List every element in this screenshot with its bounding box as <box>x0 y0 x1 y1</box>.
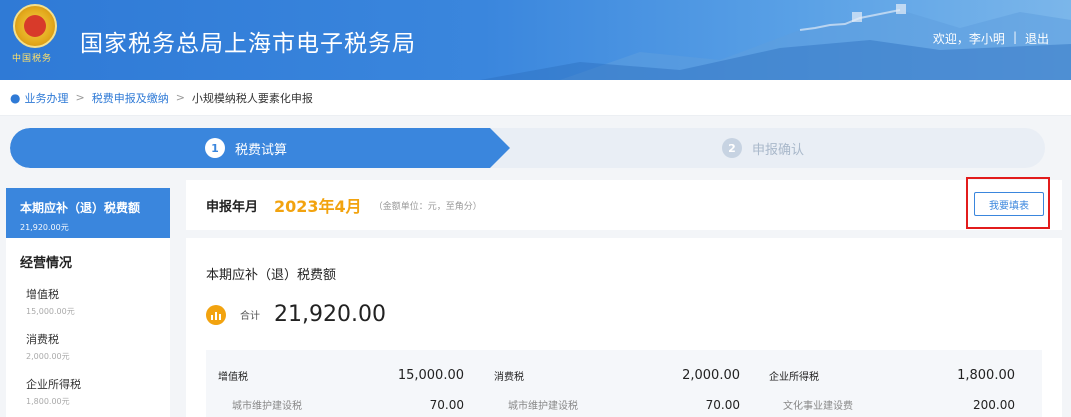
chevron-right-icon: > <box>175 91 185 104</box>
step-number: 2 <box>722 138 742 158</box>
period-value: 2023年4月 <box>274 197 362 216</box>
amount-unit-note: （金额单位：元，至角分） <box>373 201 482 212</box>
sub-tax-amount: 200.00 <box>973 397 1015 412</box>
step-progress-bar: 1 税费试算 2 申报确认 <box>10 128 1045 168</box>
tax-amount: 2,000.00 <box>682 368 740 383</box>
sub-tax-amount: 70.00 <box>705 397 740 412</box>
sub-tax-name: 文化事业建设费 <box>783 401 853 412</box>
chevron-right-icon: > <box>75 91 85 104</box>
breadcrumb-tax-filing[interactable]: 税费申报及缴纳 <box>92 90 169 106</box>
tax-summary-card: 本期应补（退）税费额 合计 21,920.00 增值税 15,000.00 城市… <box>186 238 1062 417</box>
step-number: 1 <box>205 138 225 158</box>
breadcrumb-business[interactable]: 业务办理 <box>24 90 68 106</box>
tax-breakdown-panel: 增值税 15,000.00 城市维护建设税 70.00 消费税 2,000.00… <box>206 350 1042 417</box>
sidebar-item-vat[interactable]: 增值税 15,000.00元 <box>6 279 170 324</box>
total-label: 合计 <box>240 311 260 322</box>
tax-name: 企业所得税 <box>769 372 819 383</box>
sidebar-item-consumption-tax[interactable]: 消费税 2,000.00元 <box>6 324 170 369</box>
sidebar-item-total-tax[interactable]: 本期应补（退）税费额 21,920.00元 <box>6 188 170 238</box>
sidebar-section-title: 经营情况 <box>20 256 73 271</box>
breakdown-column-corporate-income-tax: 企业所得税 1,800.00 文化事业建设费 200.00 <box>769 368 1015 412</box>
sidebar-item-value: 21,920.00元 <box>20 223 69 232</box>
step-label: 税费试算 <box>235 142 288 158</box>
filing-period-card: 申报年月 2023年4月 （金额单位：元，至角分） <box>186 180 1062 230</box>
sidebar-item-label: 企业所得税 <box>26 378 81 391</box>
step-tax-calculation[interactable]: 1 税费试算 <box>205 138 287 158</box>
sidebar-item-corporate-income-tax[interactable]: 企业所得税 1,800.00元 <box>6 369 170 414</box>
tax-emblem-logo: 中国税务 <box>10 4 60 66</box>
site-header: 中国税务 国家税务总局上海市电子税务局 欢迎，李小明 | 退出 <box>0 0 1071 80</box>
fill-form-button[interactable]: 我要填表 <box>974 192 1044 216</box>
sub-tax-name: 城市维护建设税 <box>232 401 302 412</box>
sub-tax-name: 城市维护建设税 <box>508 401 578 412</box>
site-title: 国家税务总局上海市电子税务局 <box>80 31 416 57</box>
sidebar-item-label: 消费税 <box>26 333 59 346</box>
breakdown-column-consumption-tax: 消费税 2,000.00 城市维护建设税 70.00 <box>494 368 740 412</box>
summary-title: 本期应补（退）税费额 <box>206 268 337 283</box>
period-label: 申报年月 <box>206 199 259 215</box>
step-filing-confirmation[interactable]: 2 申报确认 <box>722 138 804 158</box>
step-label: 申报确认 <box>752 142 805 158</box>
user-area: 欢迎，李小明 | 退出 <box>933 30 1049 47</box>
sidebar-item-value: 15,000.00元 <box>26 307 75 316</box>
sidebar-item-value: 2,000.00元 <box>26 352 70 361</box>
tax-amount: 1,800.00 <box>957 368 1015 383</box>
tax-name: 消费税 <box>494 372 524 383</box>
bar-chart-icon <box>206 304 226 325</box>
sub-tax-amount: 70.00 <box>429 397 464 412</box>
breadcrumb-current: 小规模纳税人要素化申报 <box>191 91 313 105</box>
tax-amount: 15,000.00 <box>397 368 464 383</box>
location-pin-icon: ● <box>10 90 21 105</box>
user-area-separator: | <box>1012 30 1017 44</box>
breadcrumb: ● 业务办理 > 税费申报及缴纳 > 小规模纳税人要素化申报 <box>0 80 1071 116</box>
welcome-user-link[interactable]: 欢迎，李小明 <box>933 30 1005 47</box>
emblem-text: 中国税务 <box>12 54 53 64</box>
total-amount: 21,920.00 <box>274 302 386 327</box>
sidebar-item-label: 增值税 <box>26 288 59 301</box>
tax-name: 增值税 <box>218 372 248 383</box>
sidebar-item-label: 本期应补（退）税费额 <box>20 201 141 215</box>
total-row: 合计 21,920.00 <box>206 302 386 327</box>
breakdown-column-vat: 增值税 15,000.00 城市维护建设税 70.00 <box>218 368 464 412</box>
left-sidebar: 本期应补（退）税费额 21,920.00元 经营情况 增值税 15,000.00… <box>6 188 170 417</box>
logout-link[interactable]: 退出 <box>1025 30 1049 47</box>
sidebar-item-value: 1,800.00元 <box>26 397 70 406</box>
